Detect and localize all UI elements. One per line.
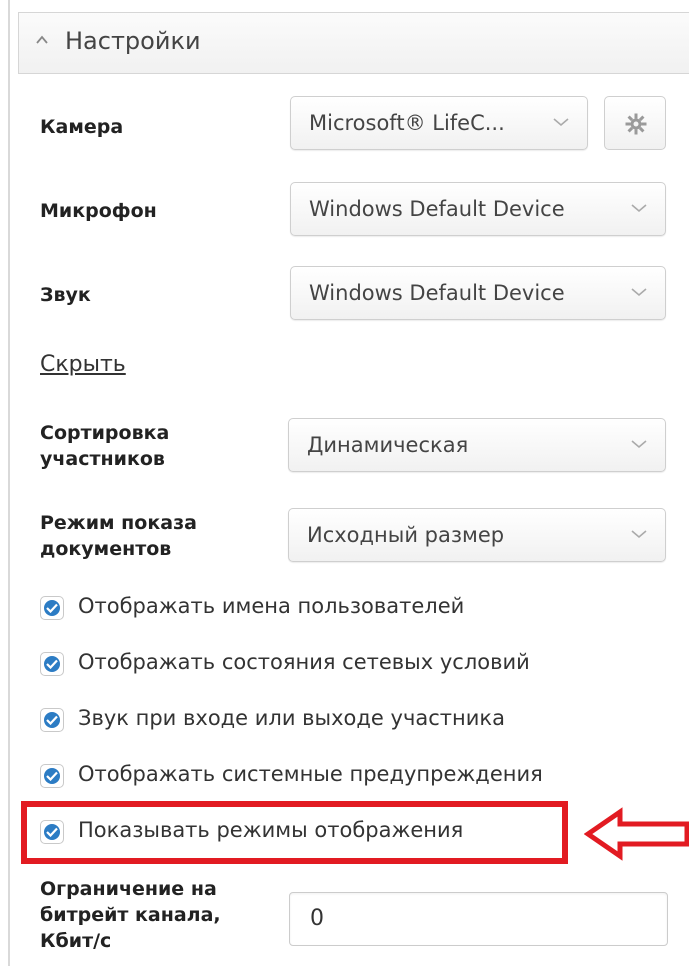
bitrate-label-line1: Ограничение на bbox=[40, 878, 217, 900]
bitrate-label-line3: Кбит/с bbox=[40, 930, 112, 952]
settings-title: Настройки bbox=[65, 27, 201, 55]
camera-select[interactable]: Microsoft® LifeC... bbox=[290, 96, 588, 150]
sound-select-value: Windows Default Device bbox=[309, 281, 565, 305]
bitrate-label: Ограничение на битрейт канала, Кбит/с bbox=[40, 876, 221, 954]
checkbox-label: Звук при входе или выходе участника bbox=[78, 706, 505, 730]
sorting-select-value: Динамическая bbox=[307, 433, 469, 457]
camera-select-value: Microsoft® LifeC... bbox=[309, 111, 505, 135]
chevron-down-icon bbox=[631, 530, 647, 539]
gear-icon bbox=[625, 113, 647, 135]
sound-select[interactable]: Windows Default Device bbox=[290, 266, 666, 320]
checkbox-box[interactable] bbox=[40, 652, 64, 676]
microphone-label: Микрофон bbox=[40, 200, 157, 222]
bitrate-input[interactable]: 0 bbox=[289, 892, 668, 946]
checkbox-label: Отображать системные предупреждения bbox=[78, 762, 543, 786]
checkbox-label: Отображать имена пользователей bbox=[78, 594, 465, 618]
sound-label: Звук bbox=[40, 284, 91, 306]
chevron-down-icon bbox=[631, 440, 647, 449]
arrow-left-icon bbox=[584, 807, 689, 861]
settings-panel: Настройки Камера Microsoft® LifeC... Мик bbox=[0, 0, 689, 966]
checkbox-box[interactable] bbox=[40, 764, 64, 788]
camera-label: Камера bbox=[40, 116, 124, 138]
microphone-select[interactable]: Windows Default Device bbox=[290, 182, 666, 236]
sorting-label-line1: Сортировка bbox=[40, 422, 170, 444]
checkbox-label: Отображать состояния сетевых условий bbox=[78, 650, 530, 674]
bitrate-label-line2: битрейт канала, bbox=[40, 904, 221, 926]
chevron-up-icon bbox=[36, 35, 48, 44]
chevron-down-icon bbox=[631, 204, 647, 213]
checkbox-box[interactable] bbox=[40, 596, 64, 620]
chevron-down-icon bbox=[631, 288, 647, 297]
settings-header[interactable]: Настройки bbox=[18, 12, 689, 74]
sorting-label: Сортировка участников bbox=[40, 420, 169, 472]
hide-link[interactable]: Скрыть bbox=[40, 352, 126, 377]
doc-mode-select[interactable]: Исходный размер bbox=[288, 508, 666, 562]
bitrate-input-value: 0 bbox=[310, 906, 324, 931]
checkmark-icon bbox=[46, 715, 58, 725]
sorting-label-line2: участников bbox=[40, 448, 165, 470]
sorting-select[interactable]: Динамическая bbox=[288, 418, 666, 472]
checkbox-box[interactable] bbox=[40, 708, 64, 732]
doc-mode-select-value: Исходный размер bbox=[307, 523, 505, 547]
camera-settings-button[interactable] bbox=[604, 96, 666, 150]
doc-mode-label: Режим показа документов bbox=[40, 510, 197, 562]
doc-mode-label-line2: документов bbox=[40, 538, 172, 560]
checkmark-icon bbox=[46, 771, 58, 781]
chevron-down-icon bbox=[553, 118, 569, 127]
doc-mode-label-line1: Режим показа bbox=[40, 512, 197, 534]
annotation-highlight-box bbox=[21, 801, 568, 864]
checkmark-icon bbox=[46, 659, 58, 669]
checkmark-icon bbox=[46, 603, 58, 613]
microphone-select-value: Windows Default Device bbox=[309, 197, 565, 221]
panel-left-border bbox=[8, 0, 10, 966]
